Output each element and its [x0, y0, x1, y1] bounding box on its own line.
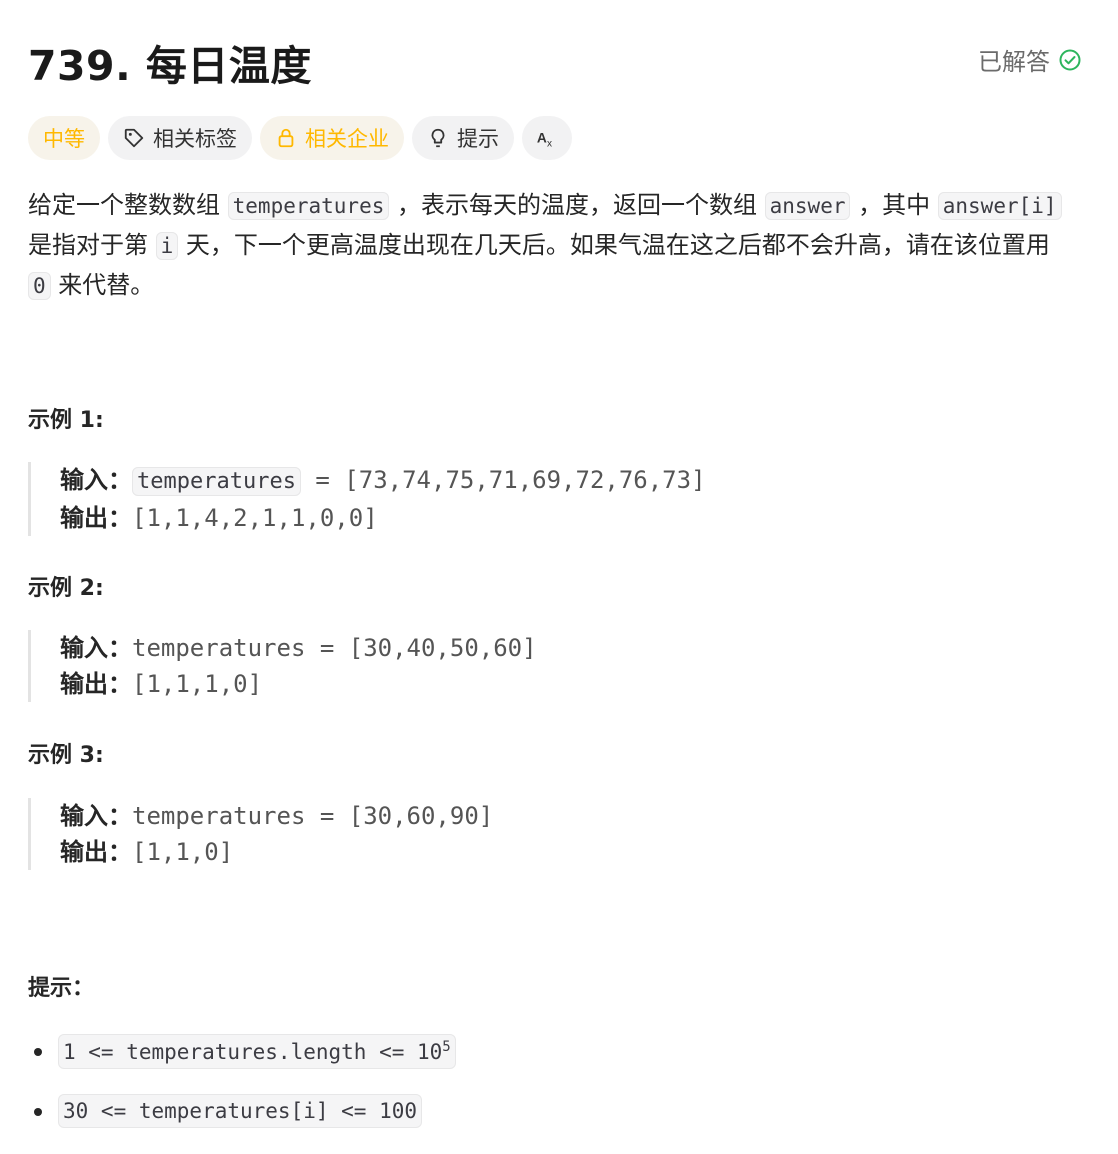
constraint-item: 30 <= temperatures[i] <= 100	[28, 1094, 456, 1154]
example-2-block: 输入：temperatures = [30,40,50,60] 输出：[1,1,…	[28, 630, 537, 702]
example-1-block: 输入： temperatures = [73,74,75,71,69,72,76,…	[28, 462, 706, 536]
constraints-list: 1 <= temperatures.length <= 105 30 <= te…	[28, 1034, 456, 1154]
example-3-output: 输出：[1,1,0]	[60, 838, 234, 866]
example-3-input: 输入：temperatures = [30,60,90]	[60, 802, 494, 830]
example-2-title: 示例 2:	[28, 576, 104, 601]
related-tags-label: 相关标签	[153, 127, 237, 151]
related-tags-button[interactable]: 相关标签	[108, 116, 252, 160]
related-companies-label: 相关企业	[305, 127, 389, 151]
hint-button[interactable]: 提示	[412, 116, 514, 160]
tag-bar: 中等 相关标签 相关企业 提示 A x	[28, 116, 572, 160]
bullet-icon	[34, 1108, 42, 1116]
lightbulb-icon	[431, 128, 445, 148]
tag-icon	[124, 128, 144, 148]
problem-description: 给定一个整数数组 temperatures ，表示每天的温度，返回一个数组 an…	[28, 186, 1078, 306]
example-2-output: 输出：[1,1,1,0]	[60, 670, 263, 698]
solved-status: 已解答	[978, 42, 1082, 77]
code-zero: 0	[28, 272, 51, 300]
hint-label: 提示	[457, 127, 499, 151]
solved-label: 已解答	[978, 48, 1050, 76]
example-3-block: 输入：temperatures = [30,60,90] 输出：[1,1,0]	[28, 798, 493, 870]
constraints-title: 提示：	[28, 976, 95, 1001]
translate-button[interactable]: A x	[522, 116, 572, 160]
related-companies-button[interactable]: 相关企业	[260, 116, 404, 160]
problem-title[interactable]: 739. 每日温度	[28, 32, 312, 92]
example-1-title: 示例 1:	[28, 408, 104, 433]
example-1-input: 输入： temperatures = [73,74,75,71,69,72,76,…	[60, 466, 706, 496]
constraint-2: 30 <= temperatures[i] <= 100	[58, 1094, 423, 1128]
example-2-input: 输入：temperatures = [30,40,50,60]	[60, 634, 537, 662]
svg-text:A: A	[537, 131, 547, 146]
code-answer-i: answer[i]	[937, 192, 1062, 220]
example-3-title: 示例 3:	[28, 743, 104, 768]
difficulty-label: 中等	[43, 127, 85, 151]
translate-icon: A x	[537, 131, 552, 149]
code-answer: answer	[764, 192, 851, 220]
difficulty-badge: 中等	[28, 116, 100, 160]
lock-icon	[278, 128, 294, 148]
check-circle-icon	[1059, 49, 1081, 70]
code-temperatures: temperatures	[227, 192, 390, 220]
code-temperatures-ex1: temperatures	[132, 467, 301, 496]
constraint-item: 1 <= temperatures.length <= 105	[28, 1034, 456, 1094]
code-i: i	[155, 232, 179, 260]
bullet-icon	[34, 1048, 42, 1056]
title-row: 739. 每日温度 已解答	[28, 32, 1082, 90]
example-1-output: 输出：[1,1,4,2,1,1,0,0]	[60, 504, 378, 532]
svg-text:x: x	[547, 138, 552, 149]
constraint-1: 1 <= temperatures.length <= 105	[58, 1034, 456, 1069]
